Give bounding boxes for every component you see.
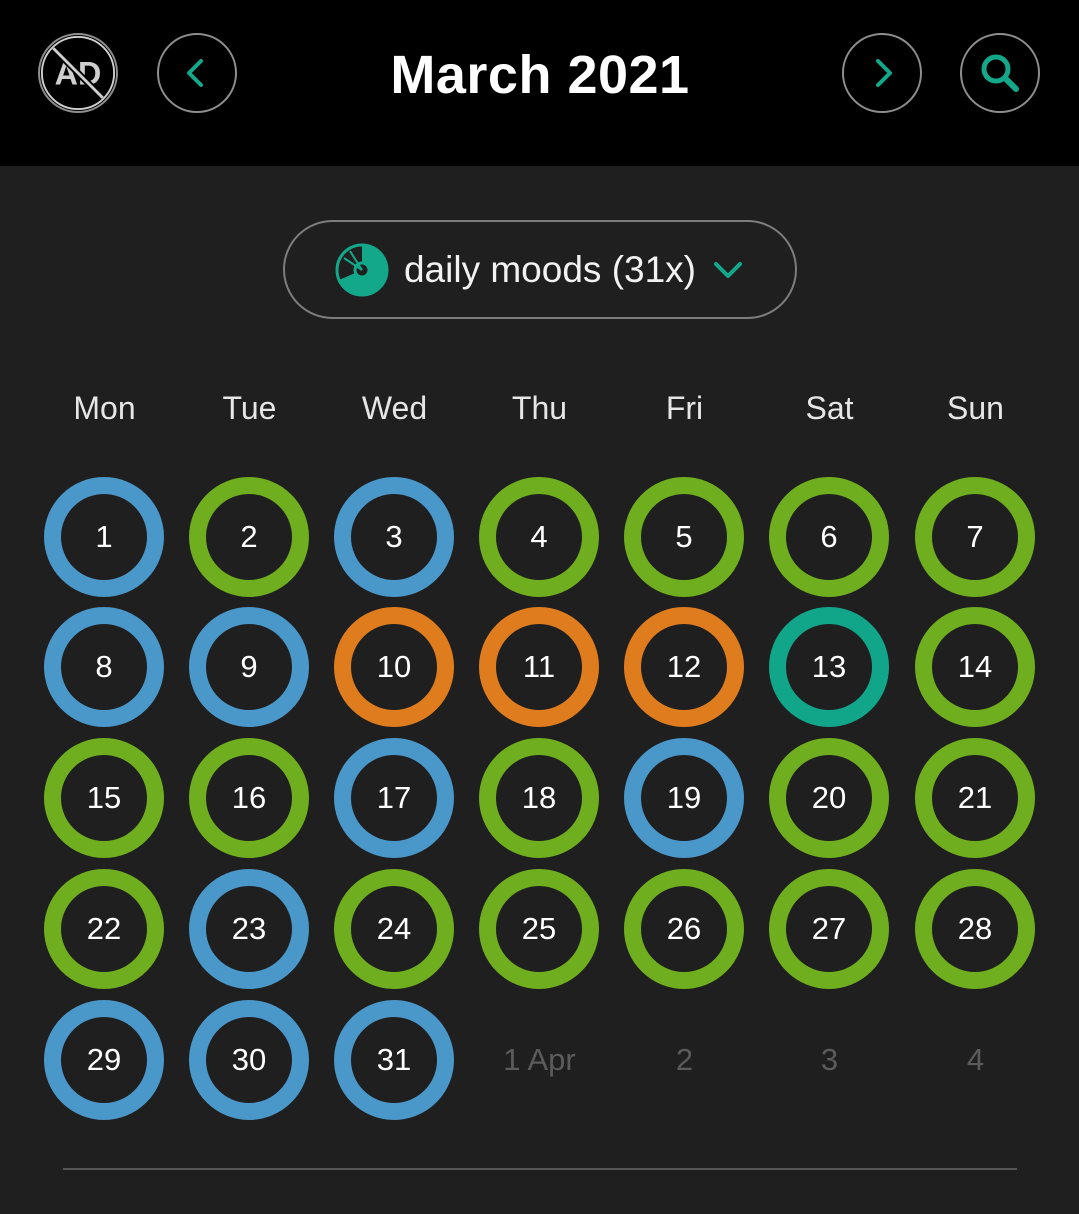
calendar-day[interactable]: 18 — [479, 738, 599, 858]
calendar-day[interactable]: 5 — [624, 477, 744, 597]
calendar-day[interactable]: 21 — [915, 738, 1035, 858]
calendar-day[interactable]: 25 — [479, 869, 599, 989]
calendar-day[interactable]: 4 — [479, 477, 599, 597]
month-title[interactable]: March 2021 — [280, 40, 800, 110]
weekday-label: Wed — [361, 390, 428, 426]
next-month-button[interactable] — [842, 33, 922, 113]
calendar-day[interactable]: 6 — [769, 477, 889, 597]
next-month-day: 3 — [820, 1042, 839, 1077]
calendar-day[interactable]: 30 — [189, 1000, 309, 1120]
calendar-day[interactable]: 7 — [915, 477, 1035, 597]
no-ads-icon: AD — [40, 35, 116, 111]
weekday-label: Sun — [947, 390, 1004, 426]
calendar-day[interactable]: 16 — [189, 738, 309, 858]
search-icon — [981, 54, 1019, 92]
next-month-day: 2 — [675, 1042, 694, 1077]
calendar-day[interactable]: 28 — [915, 869, 1035, 989]
calendar-day[interactable]: 1 — [44, 477, 164, 597]
next-month-day: 4 — [966, 1042, 985, 1077]
calendar-day[interactable]: 24 — [334, 869, 454, 989]
weekday-label: Fri — [665, 390, 704, 426]
weekday-label: Tue — [222, 390, 277, 426]
filter-label: daily moods (31x) — [403, 248, 696, 290]
remove-ads-button[interactable]: AD — [38, 33, 118, 113]
calendar-day[interactable]: 27 — [769, 869, 889, 989]
previous-month-button[interactable] — [157, 33, 237, 113]
calendar-day[interactable]: 3 — [334, 477, 454, 597]
calendar-day[interactable]: 20 — [769, 738, 889, 858]
calendar-day[interactable]: 31 — [334, 1000, 454, 1120]
calendar-day[interactable]: 10 — [334, 607, 454, 727]
calendar-day[interactable]: 29 — [44, 1000, 164, 1120]
calendar-day[interactable]: 2 — [189, 477, 309, 597]
weekday-label: Sat — [805, 390, 854, 426]
chevron-down-icon — [714, 261, 742, 278]
calendar-day[interactable]: 8 — [44, 607, 164, 727]
calendar-day[interactable]: 13 — [769, 607, 889, 727]
calendar-day[interactable]: 9 — [189, 607, 309, 727]
weekday-label: Mon — [73, 390, 136, 426]
chevron-left-icon — [187, 59, 203, 87]
calendar-day[interactable]: 14 — [915, 607, 1035, 727]
calendar-day[interactable]: 15 — [44, 738, 164, 858]
search-button[interactable] — [960, 33, 1040, 113]
mood-filter-dropdown[interactable]: daily moods (31x) — [283, 220, 797, 319]
calendar-day[interactable]: 22 — [44, 869, 164, 989]
calendar-day[interactable]: 17 — [334, 738, 454, 858]
mood-chart-icon — [335, 243, 389, 296]
calendar-day[interactable]: 11 — [479, 607, 599, 727]
divider — [63, 1168, 1017, 1170]
weekday-label: Thu — [511, 390, 568, 426]
calendar-day[interactable]: 12 — [624, 607, 744, 727]
chevron-right-icon — [876, 59, 892, 87]
calendar-day[interactable]: 19 — [624, 738, 744, 858]
next-month-day: 1 Apr — [503, 1042, 576, 1077]
top-bar: AD March 2021 — [0, 0, 1079, 166]
calendar-day[interactable]: 23 — [189, 869, 309, 989]
calendar-day[interactable]: 26 — [624, 869, 744, 989]
